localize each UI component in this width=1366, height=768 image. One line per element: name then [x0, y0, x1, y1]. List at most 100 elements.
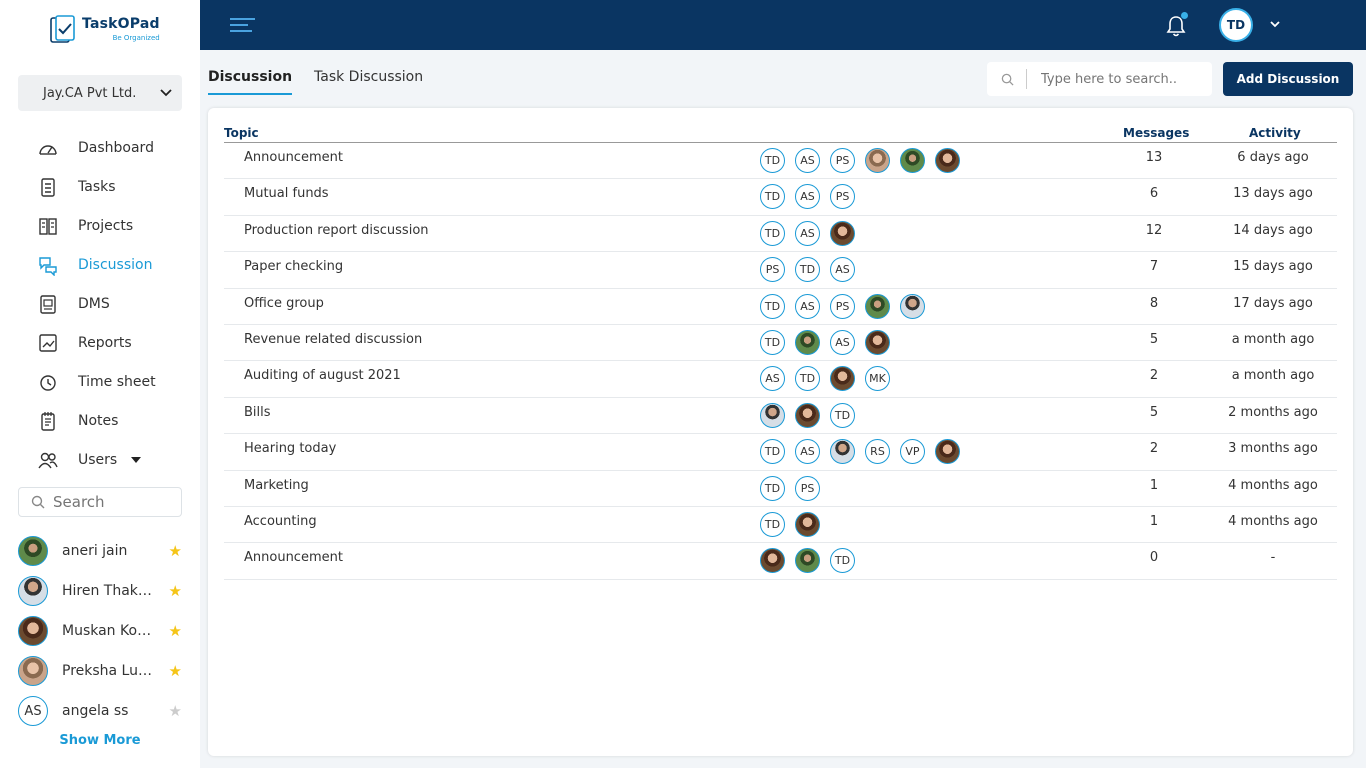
topic-name: Marketing: [244, 477, 309, 493]
avatar-photo: [795, 329, 820, 355]
dms-icon: [40, 294, 56, 314]
contact-item[interactable]: aneri jain ★: [18, 531, 188, 571]
sidebar-item-discussion[interactable]: Discussion: [0, 245, 200, 284]
sidebar-item-time-sheet[interactable]: Time sheet: [0, 362, 200, 401]
avatar-photo: [830, 220, 855, 246]
table-row[interactable]: Accounting TD 1 4 months ago: [224, 507, 1337, 544]
member-avatars: TD AS PS: [760, 148, 960, 173]
table-row[interactable]: Announcement TD AS PS 13 6 days ago: [224, 143, 1337, 180]
sidebar-item-dms[interactable]: DMS: [0, 284, 200, 323]
member-avatars: TD AS: [760, 220, 855, 246]
show-more-link[interactable]: Show More: [0, 733, 200, 748]
contact-item[interactable]: AS angela ss ★: [18, 691, 188, 731]
tasks-icon: [41, 177, 55, 197]
topic-name: Accounting: [244, 513, 317, 529]
table-row[interactable]: Production report discussion TD AS 12 14 day…: [224, 216, 1337, 253]
avatar: AS: [795, 148, 820, 173]
member-avatars: PS TD AS: [760, 257, 855, 283]
sidebar-item-notes[interactable]: Notes: [0, 401, 200, 440]
tab-task-discussion[interactable]: Task Discussion: [314, 69, 423, 95]
message-count: 0: [1149, 550, 1159, 566]
company-select[interactable]: Jay.CA Pvt Ltd.: [18, 75, 182, 111]
avatar: PS: [830, 148, 855, 173]
sidebar-item-label: Tasks: [78, 178, 116, 195]
sidebar: TaskOPad Be Organized Jay.CA Pvt Ltd. Da…: [0, 0, 200, 768]
sidebar-item-dashboard[interactable]: Dashboard: [0, 128, 200, 167]
contact-item[interactable]: Muskan Kothari ★: [18, 611, 188, 651]
topic-name: Office group: [244, 295, 324, 311]
projects-icon: [39, 217, 57, 235]
avatar: AS: [830, 257, 855, 283]
contact-item[interactable]: Preksha Lunawat ★: [18, 651, 188, 691]
contact-name: aneri jain: [62, 543, 128, 559]
contact-item[interactable]: Hiren Thakkar ★: [18, 571, 188, 611]
table-header: Topic Messages Activity: [224, 124, 1337, 143]
topic-name: Announcement: [244, 150, 343, 165]
avatar: MK: [865, 366, 890, 392]
avatar-photo: [18, 576, 48, 606]
sidebar-search[interactable]: [18, 487, 182, 517]
table-row[interactable]: Office group TD AS PS 8 17 days ago: [224, 289, 1337, 325]
table-row[interactable]: Revenue related discussion TD AS 5 a month a…: [224, 325, 1337, 362]
star-icon[interactable]: ★: [169, 702, 182, 720]
member-avatars: TD AS RS VP: [760, 439, 960, 465]
star-icon[interactable]: ★: [169, 582, 182, 600]
sidebar-item-reports[interactable]: Reports: [0, 323, 200, 362]
avatar-photo: [935, 148, 960, 173]
discussion-search[interactable]: [987, 62, 1212, 96]
sidebar-item-label: Users: [78, 451, 118, 468]
top-bar: TD: [200, 0, 1366, 50]
message-count: 13: [1145, 150, 1163, 165]
sidebar-search-input[interactable]: [53, 493, 173, 511]
avatar: PS: [795, 475, 820, 501]
avatar-photo: [760, 402, 785, 428]
member-avatars: TD: [760, 402, 855, 428]
message-count: 5: [1149, 331, 1159, 347]
chevron-down-icon[interactable]: [1269, 18, 1281, 30]
star-icon[interactable]: ★: [169, 542, 182, 560]
search-input[interactable]: [1041, 71, 1191, 87]
message-count: 12: [1145, 222, 1163, 238]
avatar: TD: [760, 329, 785, 355]
table-row[interactable]: Auditing of august 2021 AS TD MK 2 a month ag…: [224, 361, 1337, 398]
logo[interactable]: TaskOPad Be Organized: [48, 14, 160, 46]
member-avatars: TD: [760, 511, 820, 537]
sidebar-item-label: Projects: [78, 217, 134, 234]
star-icon[interactable]: ★: [169, 662, 182, 680]
star-icon[interactable]: ★: [169, 622, 182, 640]
add-discussion-button[interactable]: Add Discussion: [1223, 62, 1353, 96]
table-row[interactable]: Mutual funds TD AS PS 6 13 days ago: [224, 179, 1337, 216]
avatar-photo: [760, 548, 785, 574]
table-row[interactable]: Hearing today TD AS RS VP 2 3 months ago: [224, 434, 1337, 471]
table-row[interactable]: Marketing TD PS 1 4 months ago: [224, 471, 1337, 507]
avatar: PS: [760, 257, 785, 283]
sidebar-item-projects[interactable]: Projects: [0, 206, 200, 245]
discussion-table-card: Topic Messages Activity Announcement TD AS…: [208, 108, 1353, 756]
last-activity: 14 days ago: [1233, 222, 1313, 238]
table-row[interactable]: Announcement TD 0 -: [224, 543, 1337, 580]
menu-toggle-icon[interactable]: [230, 18, 255, 36]
logo-tagline: Be Organized: [112, 34, 160, 42]
table-body: Announcement TD AS PS 13 6 days ago Mutual fun…: [224, 143, 1337, 580]
avatar-photo: [18, 656, 48, 686]
user-avatar[interactable]: TD: [1219, 8, 1253, 42]
discussion-icon: [39, 256, 57, 276]
avatar: TD: [760, 148, 785, 173]
sidebar-item-users[interactable]: Users: [0, 440, 200, 479]
avatar: TD: [795, 257, 820, 283]
timesheet-icon: [40, 374, 56, 391]
table-row[interactable]: Paper checking PS TD AS 7 15 days ago: [224, 252, 1337, 289]
avatar: AS: [795, 293, 820, 319]
avatar: AS: [830, 329, 855, 355]
reports-icon: [39, 333, 57, 352]
last-activity: 4 months ago: [1228, 513, 1318, 529]
sidebar-item-tasks[interactable]: Tasks: [0, 167, 200, 206]
last-activity: 3 months ago: [1228, 441, 1318, 457]
contact-name: angela ss: [62, 703, 129, 719]
tab-discussion[interactable]: Discussion: [208, 69, 293, 95]
table-row[interactable]: Bills TD 5 2 months ago: [224, 398, 1337, 435]
last-activity: 4 months ago: [1228, 477, 1318, 493]
sidebar-item-label: Reports: [78, 334, 132, 351]
message-count: 8: [1149, 295, 1159, 311]
member-avatars: TD AS PS: [760, 184, 855, 210]
